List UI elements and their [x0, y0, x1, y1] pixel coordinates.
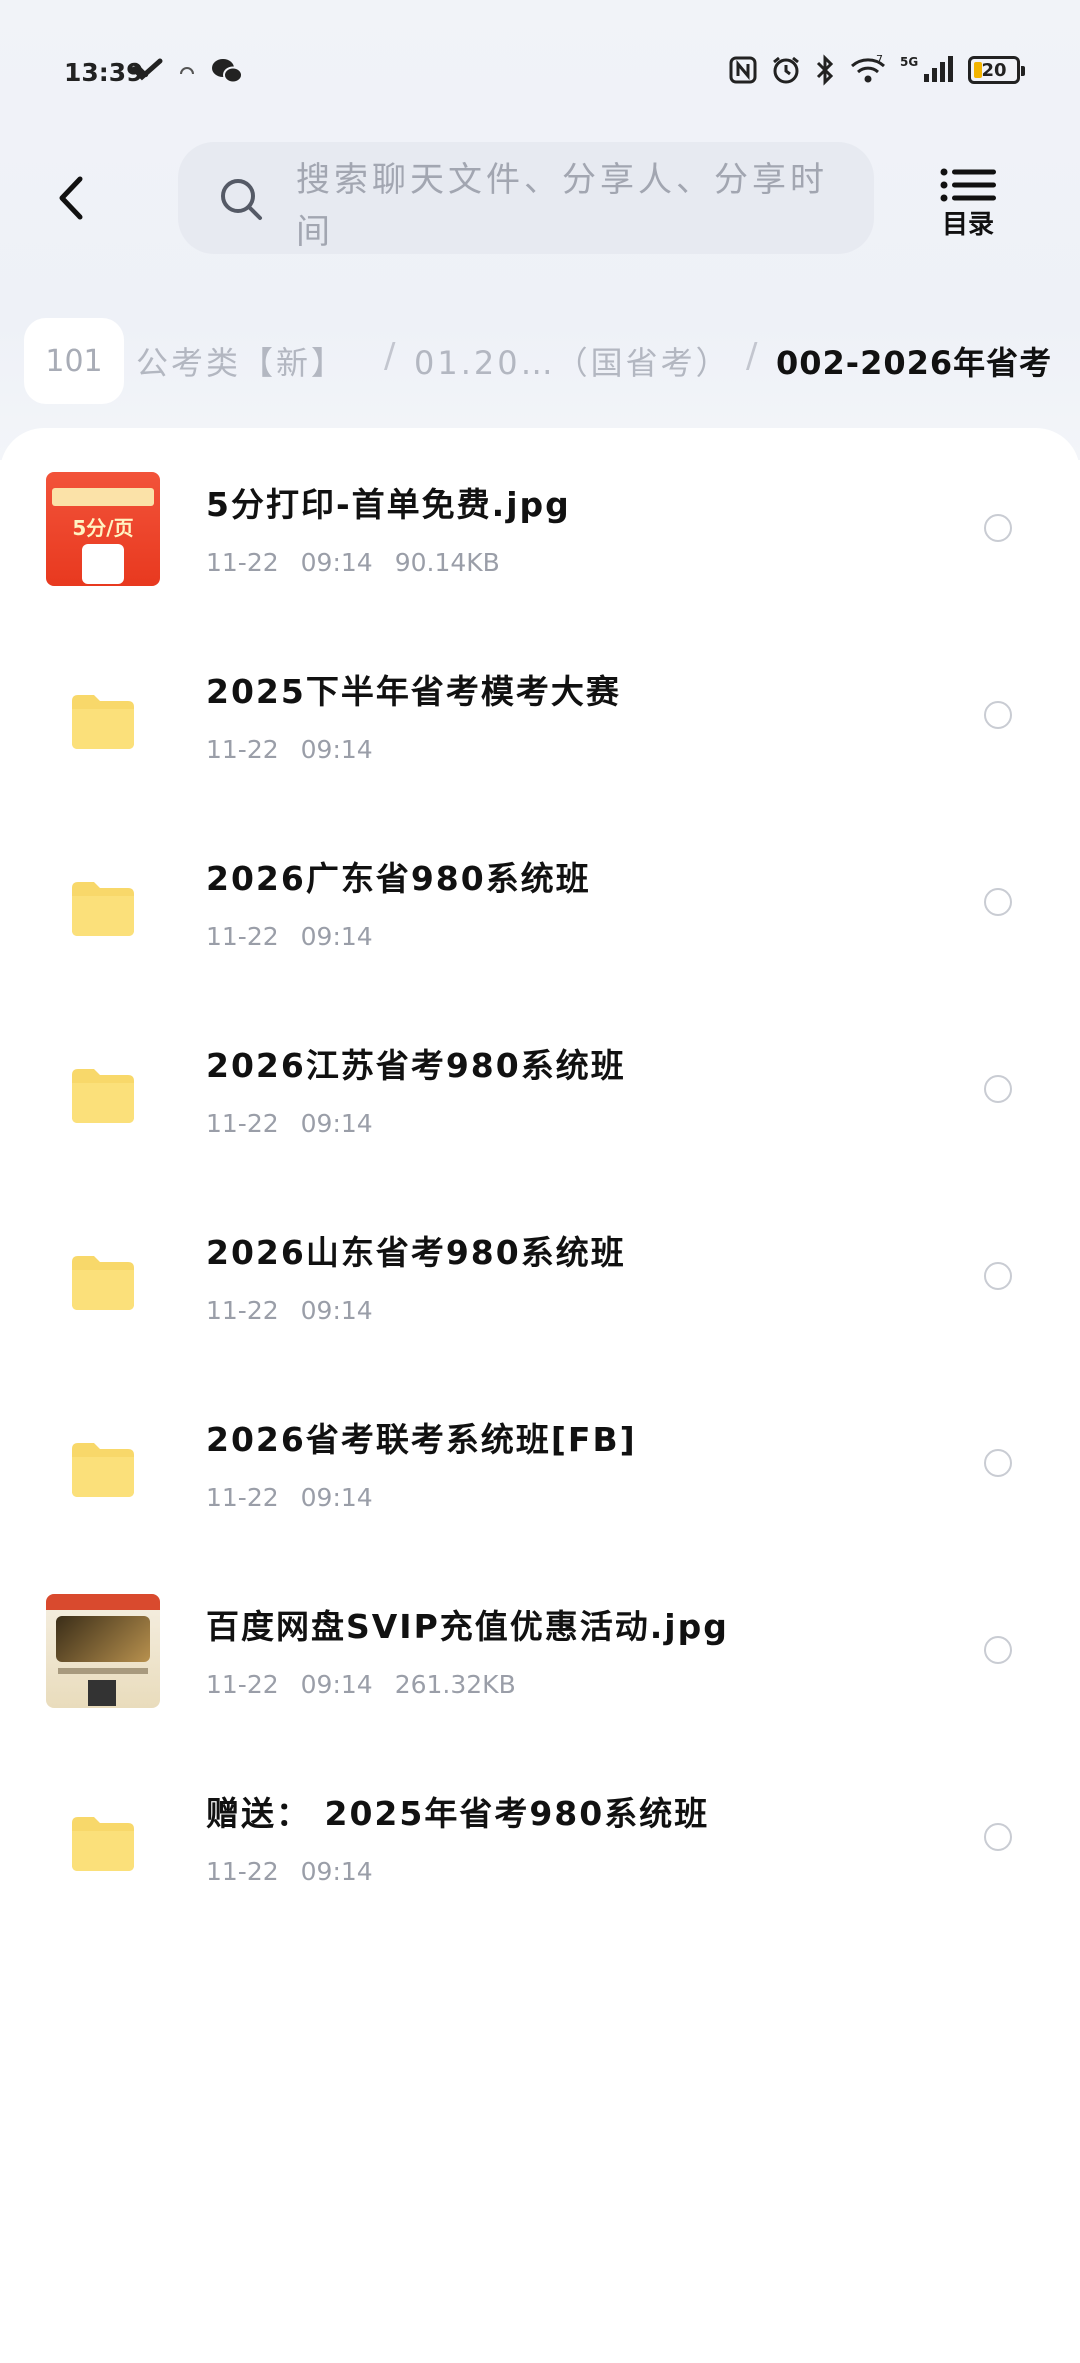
file-meta: 11-22 09:14	[206, 1857, 395, 1886]
list-item[interactable]: 5分/页 5分打印-首单免费.jpg 11-22 09:14 90.14KB	[0, 438, 1080, 625]
file-time: 09:14	[300, 1296, 373, 1325]
select-radio[interactable]	[984, 1075, 1012, 1103]
file-date: 11-22	[206, 1296, 279, 1325]
status-bar: 13:39 7 5G 20	[0, 48, 1080, 98]
select-radio[interactable]	[984, 1636, 1012, 1664]
file-time: 09:14	[300, 1109, 373, 1138]
file-name: 2025下半年省考模考大赛	[206, 672, 621, 711]
svg-text:5G: 5G	[900, 55, 918, 69]
bluetooth-icon	[816, 54, 834, 86]
directory-button[interactable]: 目录	[936, 168, 1000, 240]
list-item[interactable]: 2026山东省考980系统班 11-22 09:14	[0, 1186, 1080, 1373]
file-meta: 11-22 09:14	[206, 735, 395, 764]
headphone-icon	[180, 67, 194, 75]
file-date: 11-22	[206, 1483, 279, 1512]
select-radio[interactable]	[984, 1823, 1012, 1851]
select-radio[interactable]	[984, 701, 1012, 729]
folder-icon	[72, 1069, 134, 1123]
select-radio[interactable]	[984, 1449, 1012, 1477]
search-input[interactable]: 搜索聊天文件、分享人、分享时间	[178, 142, 874, 254]
top-header: 搜索聊天文件、分享人、分享时间 目录	[0, 138, 1080, 258]
folder-icon	[72, 1817, 134, 1871]
file-meta: 11-22 09:14 261.32KB	[206, 1670, 538, 1699]
file-name: 5分打印-首单免费.jpg	[206, 485, 571, 524]
file-name: 2026山东省考980系统班	[206, 1233, 626, 1272]
file-time: 09:14	[300, 922, 373, 951]
nfc-icon	[729, 56, 757, 84]
file-date: 11-22	[206, 735, 279, 764]
file-meta: 11-22 09:14	[206, 1109, 395, 1138]
list-item[interactable]: 2026江苏省考980系统班 11-22 09:14	[0, 999, 1080, 1186]
file-size: 261.32KB	[394, 1670, 516, 1699]
breadcrumb: 101 公考类【新】 / 01.20…（国省考） / 002-2026年省考	[0, 316, 1080, 406]
wifi-icon: 7	[851, 54, 885, 83]
folder-icon	[72, 1256, 134, 1310]
breadcrumb-separator: /	[384, 336, 396, 376]
search-placeholder: 搜索聊天文件、分享人、分享时间	[296, 160, 828, 252]
file-name: 2026广东省980系统班	[206, 859, 591, 898]
file-meta: 11-22 09:14	[206, 1296, 395, 1325]
image-thumbnail	[46, 1594, 160, 1708]
folder-icon	[72, 882, 134, 936]
select-radio[interactable]	[984, 1262, 1012, 1290]
file-meta: 11-22 09:14 90.14KB	[206, 548, 522, 577]
file-date: 11-22	[206, 1857, 279, 1886]
file-time: 09:14	[300, 1857, 373, 1886]
file-list: 5分/页 5分打印-首单免费.jpg 11-22 09:14 90.14KB 202…	[0, 428, 1080, 2363]
heart-check-icon	[131, 58, 163, 81]
file-name: 百度网盘SVIP充值优惠活动.jpg	[206, 1607, 729, 1646]
folder-icon	[72, 695, 134, 749]
file-name: 赠送： 2025年省考980系统班	[206, 1794, 710, 1833]
status-right-icons: 7 5G 20	[728, 54, 1025, 86]
file-date: 11-22	[206, 1109, 279, 1138]
file-time: 09:14	[300, 735, 373, 764]
list-item[interactable]: 百度网盘SVIP充值优惠活动.jpg 11-22 09:14 261.32KB	[0, 1560, 1080, 1747]
file-size: 90.14KB	[394, 548, 500, 577]
file-time: 09:14	[300, 1483, 373, 1512]
select-radio[interactable]	[984, 514, 1012, 542]
breadcrumb-item[interactable]: 公考类【新】	[136, 338, 346, 384]
breadcrumb-count[interactable]: 101	[24, 318, 124, 404]
list-item[interactable]: 2026省考联考系统班[FB] 11-22 09:14	[0, 1373, 1080, 1560]
status-left-icons	[130, 56, 244, 86]
battery-indicator: 20	[968, 56, 1025, 84]
directory-label: 目录	[941, 210, 994, 240]
file-meta: 11-22 09:14	[206, 1483, 395, 1512]
signal-icon: 5G	[900, 55, 953, 82]
breadcrumb-current: 002-2026年省考	[776, 344, 1053, 382]
file-date: 11-22	[206, 1670, 279, 1699]
file-name: 2026江苏省考980系统班	[206, 1046, 626, 1085]
file-time: 09:14	[300, 1670, 373, 1699]
list-item[interactable]: 2026广东省980系统班 11-22 09:14	[0, 812, 1080, 999]
back-button[interactable]	[48, 168, 92, 228]
search-icon	[221, 179, 262, 220]
file-meta: 11-22 09:14	[206, 922, 395, 951]
battery-level: 20	[981, 59, 1007, 81]
breadcrumb-separator: /	[746, 336, 758, 376]
list-item[interactable]: 2025下半年省考模考大赛 11-22 09:14	[0, 625, 1080, 812]
wechat-icon	[212, 59, 243, 84]
list-item[interactable]: 赠送： 2025年省考980系统班 11-22 09:14	[0, 1747, 1080, 1934]
breadcrumb-item[interactable]: 01.20…（国省考）	[414, 338, 731, 384]
file-name: 2026省考联考系统班[FB]	[206, 1420, 637, 1459]
file-time: 09:14	[300, 548, 373, 577]
select-radio[interactable]	[984, 888, 1012, 916]
svg-text:7: 7	[876, 54, 883, 66]
list-menu-icon	[940, 168, 996, 202]
image-thumbnail: 5分/页	[46, 472, 160, 586]
alarm-icon	[773, 56, 799, 84]
file-date: 11-22	[206, 548, 279, 577]
folder-icon	[72, 1443, 134, 1497]
chevron-left-icon	[59, 176, 83, 220]
file-date: 11-22	[206, 922, 279, 951]
